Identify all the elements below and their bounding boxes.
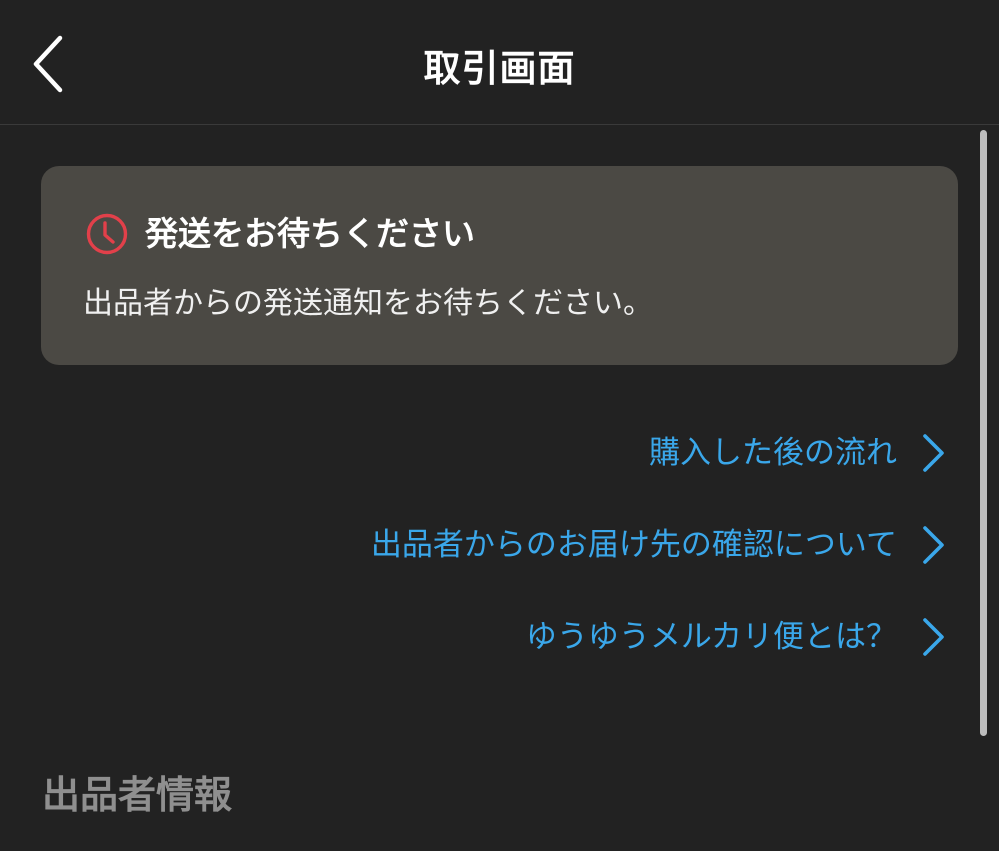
link-label: 出品者からのお届け先の確認について: [370, 527, 897, 563]
header-bar: 取引画面: [0, 0, 999, 125]
link-label: ゆうゆうメルカリ便とは？: [525, 619, 897, 655]
link-purchase-flow[interactable]: 購入した後の流れ: [649, 428, 947, 478]
chevron-right-icon: [923, 526, 944, 564]
seller-info-heading: 出品者情報: [42, 773, 233, 817]
transaction-screen: 取引画面 発送をお待ちください 出品者からの発送通知をお待ちください。 購入した…: [0, 0, 999, 851]
chevron-right-icon: [923, 434, 944, 472]
chevron-right-icon: [923, 618, 944, 656]
scrollbar[interactable]: [980, 130, 987, 736]
status-card: 発送をお待ちください 出品者からの発送通知をお待ちください。: [41, 166, 958, 365]
status-title: 発送をお待ちください: [145, 214, 475, 253]
link-address-confirmation[interactable]: 出品者からのお届け先の確認について: [371, 520, 947, 570]
link-label: 購入した後の流れ: [649, 435, 897, 471]
page-title: 取引画面: [423, 47, 576, 90]
link-yuyu-mercari-bin[interactable]: ゆうゆうメルカリ便とは？: [526, 612, 947, 662]
clock-icon: [86, 213, 128, 255]
status-message: 出品者からの発送通知をお待ちください。: [83, 286, 653, 321]
